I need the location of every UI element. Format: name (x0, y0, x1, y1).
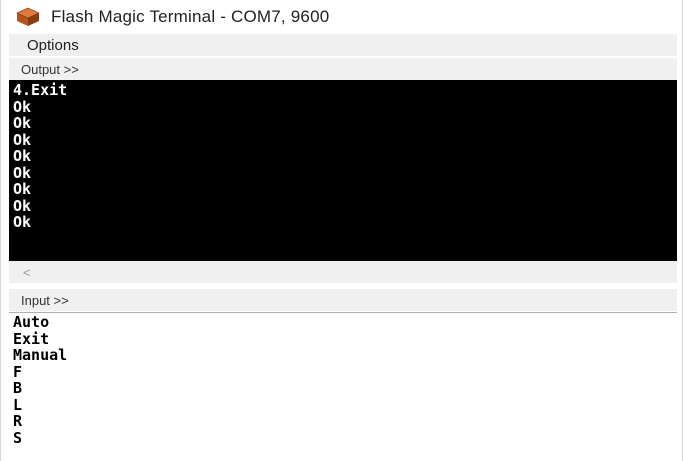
menu-options[interactable]: Options (27, 37, 79, 54)
flash-magic-app-icon (15, 6, 41, 28)
input-line: B (13, 379, 23, 397)
output-line: Ok (13, 213, 32, 231)
output-line: Ok (13, 163, 32, 182)
output-label: Output >> (21, 61, 79, 77)
output-line: Ok (13, 130, 32, 149)
output-section-label: Output >> (9, 58, 677, 80)
input-section-label: Input >> (9, 289, 677, 311)
input-line: Auto (13, 313, 50, 331)
window-title: Flash Magic Terminal - COM7, 9600 (51, 7, 330, 26)
terminal-window: Flash Magic Terminal - COM7, 9600 Option… (0, 0, 683, 461)
input-line: F (13, 362, 23, 381)
output-line: Ok (13, 196, 32, 215)
input-line: S (13, 428, 23, 447)
menu-bar: Options (9, 34, 677, 56)
output-line: Ok (13, 180, 32, 198)
title-bar[interactable]: Flash Magic Terminal - COM7, 9600 (1, 0, 682, 34)
horizontal-scrollbar[interactable]: < (9, 261, 677, 283)
output-console[interactable]: 4.Exit Ok Ok Ok Ok Ok Ok Ok Ok (9, 80, 677, 261)
input-line: Manual (13, 346, 68, 364)
input-line: R (13, 412, 23, 430)
input-line: Exit (13, 329, 50, 348)
output-line: 4.Exit (13, 81, 68, 99)
scroll-left-arrow-icon[interactable]: < (23, 265, 31, 280)
output-line: Ok (13, 114, 32, 132)
output-line: Ok (13, 97, 32, 116)
input-console[interactable]: Auto Exit Manual F B L R S (9, 312, 677, 461)
input-label: Input >> (21, 292, 69, 308)
output-line: Ok (13, 147, 32, 165)
input-line: L (13, 395, 23, 414)
